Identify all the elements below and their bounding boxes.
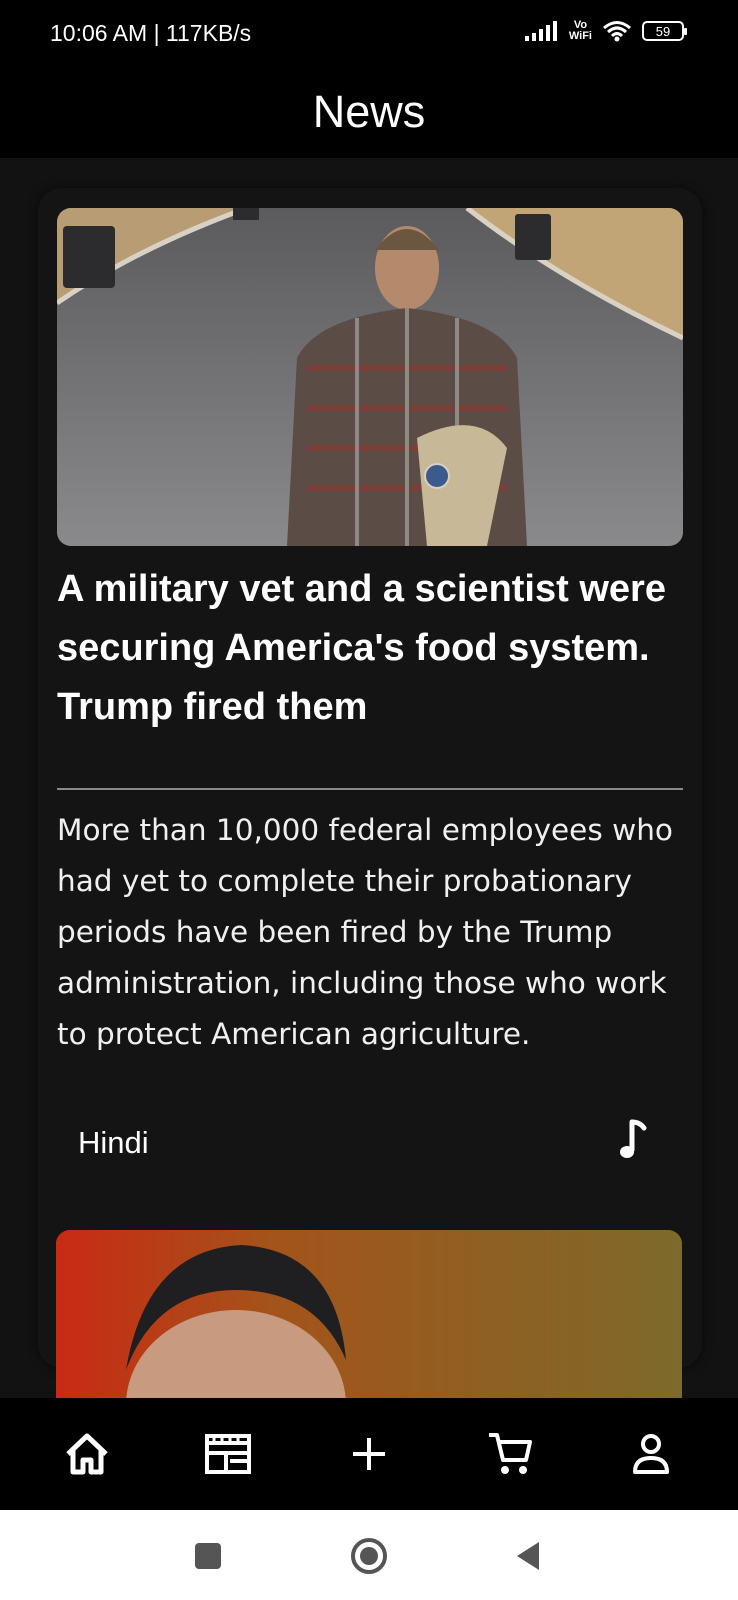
recents-square-icon (195, 1543, 221, 1569)
nav-cart[interactable] (480, 1424, 540, 1484)
back-button[interactable] (506, 1534, 550, 1578)
article-title[interactable]: A military vet and a scientist were secu… (57, 560, 683, 737)
bottom-navigation (0, 1398, 738, 1510)
recents-button[interactable] (186, 1534, 230, 1578)
status-bar: 10:06 AM | 117KB/s Vo WiFi 59 (0, 0, 738, 70)
plus-icon (352, 1438, 385, 1470)
home-icon (65, 1433, 108, 1475)
wifi-icon (603, 21, 631, 42)
page-title: News (312, 86, 426, 137)
language-label[interactable]: Hindi (78, 1125, 149, 1161)
back-triangle-icon (517, 1542, 539, 1570)
nav-home[interactable] (57, 1424, 117, 1484)
next-article-photo-illustration (56, 1230, 682, 1398)
home-button[interactable] (347, 1534, 391, 1578)
divider (57, 788, 683, 790)
cart-icon (489, 1433, 533, 1474)
nav-add[interactable] (339, 1424, 399, 1484)
battery-level: 59 (655, 23, 671, 39)
profile-icon (633, 1434, 670, 1474)
vowifi-bottom-text: WiFi (568, 30, 592, 42)
signal-icon (524, 21, 557, 41)
vowifi-icon: Vo WiFi (569, 20, 592, 42)
article-image[interactable] (57, 208, 683, 546)
nav-news[interactable] (198, 1424, 258, 1484)
status-icons: Vo WiFi 59 (524, 20, 687, 42)
home-circle-icon (351, 1538, 387, 1574)
battery-icon: 59 (642, 21, 687, 41)
next-article-image[interactable] (56, 1230, 682, 1398)
nav-profile[interactable] (621, 1424, 681, 1484)
app-header: News (0, 70, 738, 158)
system-navigation (0, 1510, 738, 1600)
music-note-icon[interactable] (614, 1118, 654, 1162)
news-card[interactable]: A military vet and a scientist were secu… (38, 188, 702, 1368)
newspaper-icon (204, 1434, 251, 1474)
article-summary: More than 10,000 federal employees who h… (57, 813, 673, 1051)
status-time: 10:06 AM | 117KB/s (50, 20, 252, 46)
news-feed[interactable]: A military vet and a scientist were secu… (0, 158, 738, 1398)
article-photo-illustration (57, 208, 683, 546)
